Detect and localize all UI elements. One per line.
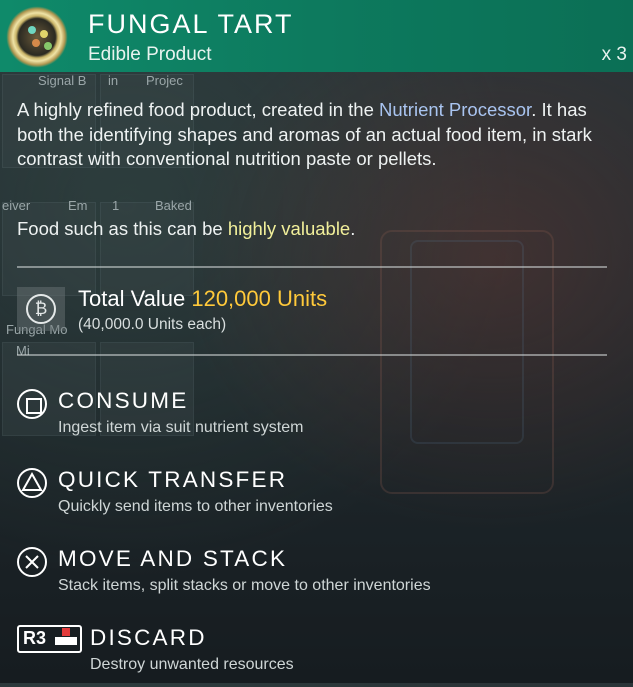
background-label: in [108, 73, 119, 88]
r3-button-icon: R3 [17, 625, 82, 653]
value-note-text: Food such as this can be [17, 218, 228, 239]
item-value-note: Food such as this can be highly valuable… [17, 218, 355, 240]
quick-transfer-description: Quickly send items to other inventories [58, 498, 333, 515]
description-text: A highly refined food product, created i… [17, 99, 380, 120]
discard-label: DISCARD [90, 625, 207, 650]
item-header: FUNGAL TART Edible Product x 3 [0, 0, 633, 72]
divider [17, 266, 607, 268]
consume-description: Ingest item via suit nutrient system [58, 419, 304, 436]
r3-button-label: R3 [23, 628, 47, 648]
square-button-icon [17, 389, 47, 419]
fungal-tart-icon [6, 6, 68, 68]
value-icon-box: ₿ [17, 287, 65, 331]
background-label: Signal B [38, 73, 87, 88]
cross-button-icon [17, 547, 47, 577]
nutrient-processor-link[interactable]: Nutrient Processor [379, 99, 531, 120]
value-note-text: . [350, 218, 356, 239]
total-value-label: Total Value [78, 286, 186, 311]
background-slot [100, 202, 194, 296]
unit-value-each: (40,000.0 Units each) [78, 316, 227, 333]
quick-transfer-action[interactable]: QUICK TRANSFER Quickly send items to oth… [17, 465, 617, 529]
item-category: Edible Product [88, 44, 212, 65]
background-label: 1 [112, 198, 120, 213]
item-quantity: x 3 [601, 44, 627, 65]
item-title: FUNGAL TART [88, 9, 294, 39]
total-value: Total Value 120,000 Units [78, 286, 327, 312]
discard-action[interactable]: R3 DISCARD Destroy unwanted resources [17, 623, 617, 687]
move-and-stack-description: Stack items, split stacks or move to oth… [58, 577, 431, 594]
background-label: Baked [155, 198, 192, 213]
consume-action[interactable]: CONSUME Ingest item via suit nutrient sy… [17, 386, 617, 450]
background-label: Projec [146, 73, 183, 88]
quick-transfer-label: QUICK TRANSFER [58, 467, 288, 492]
background-label: eiver [2, 198, 31, 213]
background-label: Em [68, 198, 88, 213]
discard-description: Destroy unwanted resources [90, 656, 294, 673]
divider [17, 354, 607, 356]
total-value-amount: 120,000 Units [191, 286, 328, 311]
move-and-stack-action[interactable]: MOVE AND STACK Stack items, split stacks… [17, 544, 617, 608]
item-description: A highly refined food product, created i… [17, 98, 617, 172]
move-and-stack-label: MOVE AND STACK [58, 546, 288, 571]
triangle-button-icon [17, 468, 47, 498]
consume-label: CONSUME [58, 388, 189, 413]
value-note-highlight: highly valuable [227, 218, 351, 239]
units-currency-icon: ₿ [26, 294, 56, 324]
background-slot [2, 202, 96, 296]
